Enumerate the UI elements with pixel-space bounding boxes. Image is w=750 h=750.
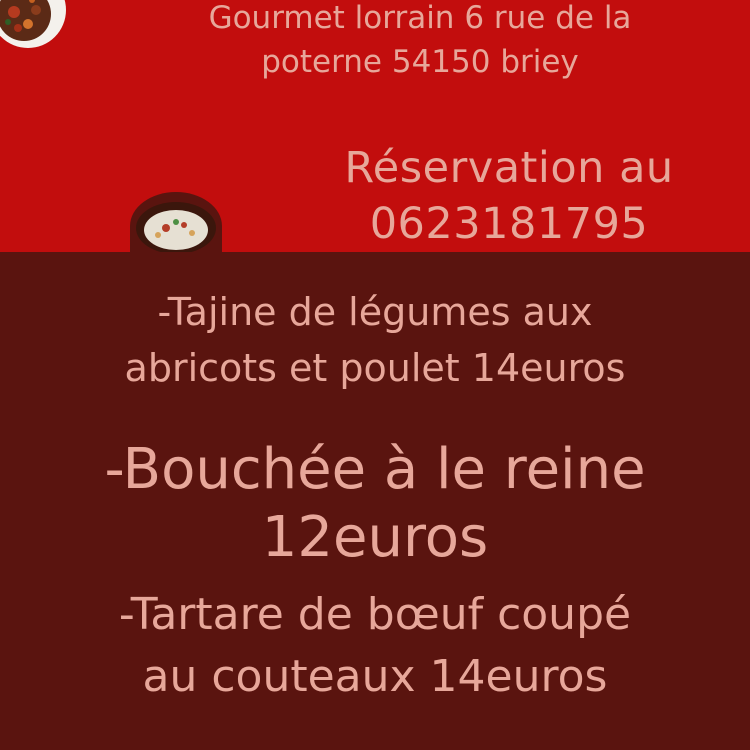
food-photo-icon: [0, 0, 66, 48]
reservation-label: Réservation au: [344, 143, 674, 193]
address-line-2: poterne 54150 briey: [261, 44, 579, 80]
menu-item-line: -Tartare de bœuf coupé: [118, 589, 632, 640]
menu-item-line: abricots et poulet 14euros: [124, 346, 626, 390]
food-photo-icon: [130, 192, 222, 252]
address-line-1: Gourmet lorrain 6 rue de la: [208, 0, 632, 36]
menu-item-bouchee: -Bouchée à le reine 12euros: [0, 436, 750, 572]
menu-item-line: 12euros: [261, 505, 489, 570]
menu-item-tartare: -Tartare de bœuf coupé au couteaux 14eur…: [0, 584, 750, 708]
menu-item-tajine: -Tajine de légumes aux abricots et poule…: [0, 284, 750, 396]
restaurant-address: Gourmet lorrain 6 rue de la poterne 5415…: [110, 0, 730, 84]
menu-item-line: -Bouchée à le reine: [104, 437, 646, 502]
menu-item-line: -Tajine de légumes aux: [157, 290, 593, 334]
reservation-phone: 0623181795: [369, 199, 649, 249]
reservation-info: Réservation au 0623181795: [268, 140, 750, 252]
menu-item-line: au couteaux 14euros: [142, 651, 608, 702]
flyer: { "colors": { "top_background": "#c20d0d…: [0, 0, 750, 750]
